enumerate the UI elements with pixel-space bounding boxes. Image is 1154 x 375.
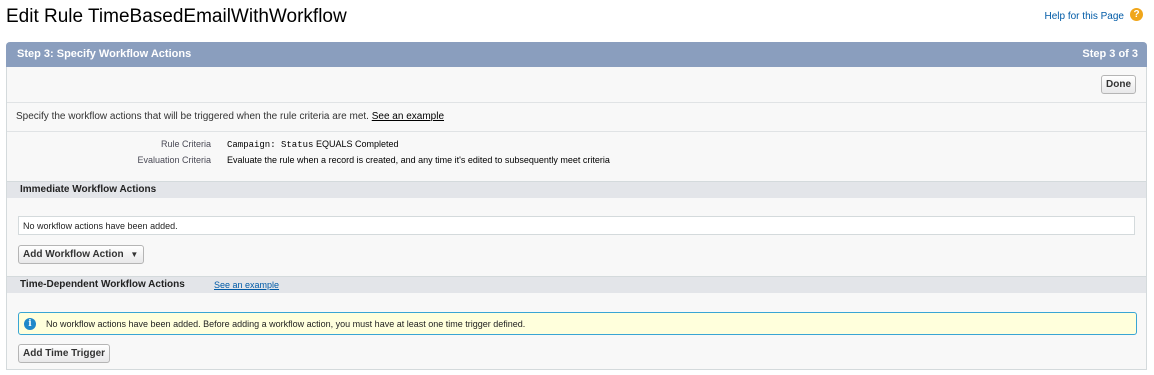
evaluation-criteria-value: Evaluate the rule when a record is creat… [227,155,610,165]
info-message-text: No workflow actions have been added. Bef… [46,319,526,329]
rule-field: Campaign: Status [227,140,314,150]
step-header: Step 3: Specify Workflow Actions Step 3 … [6,42,1147,67]
add-time-trigger-button[interactable]: Add Time Trigger [18,344,111,363]
question-icon[interactable]: ? [1130,8,1143,21]
time-dependent-see-example-link[interactable]: See an example [214,280,279,290]
step-count: Step 3 of 3 [1082,48,1138,60]
add-workflow-action-label: Add Workflow Action [23,249,124,260]
step-panel: Step 3: Specify Workflow Actions Step 3 … [6,42,1147,370]
info-message: i No workflow actions have been added. B… [18,312,1137,335]
page-title: Edit Rule TimeBasedEmailWithWorkflow [6,6,347,27]
rule-criteria-value: Campaign: Status EQUALS Completed [227,139,399,150]
rule-criteria-label: Rule Criteria [160,139,211,149]
time-dependent-section-title: Time-Dependent Workflow Actions [20,279,185,290]
description-text: Specify the workflow actions that will b… [16,111,369,122]
rule-operator: EQUALS [315,139,353,149]
info-icon: i [24,318,36,330]
help-link[interactable]: Help for this Page [1045,11,1125,22]
see-example-link[interactable]: See an example [372,111,444,122]
step-title: Step 3: Specify Workflow Actions [17,48,192,60]
done-button[interactable]: Done [1101,75,1136,94]
immediate-section-title: Immediate Workflow Actions [20,184,157,195]
rule-value: Completed [354,139,399,149]
immediate-empty-text: No workflow actions have been added. [23,221,178,231]
time-dependent-section-header: Time-Dependent Workflow Actions See an e… [7,276,1146,293]
description: Specify the workflow actions that will b… [16,111,444,122]
dropdown-arrow-icon: ▼ [130,250,139,259]
immediate-section-header: Immediate Workflow Actions [7,181,1146,198]
evaluation-criteria-label: Evaluation Criteria [137,155,211,165]
top-button-row: Done [7,67,1146,103]
immediate-empty-box: No workflow actions have been added. [18,216,1135,235]
criteria-section: Rule Criteria Campaign: Status EQUALS Co… [7,131,1146,182]
add-workflow-action-button[interactable]: Add Workflow Action ▼ [18,245,145,264]
